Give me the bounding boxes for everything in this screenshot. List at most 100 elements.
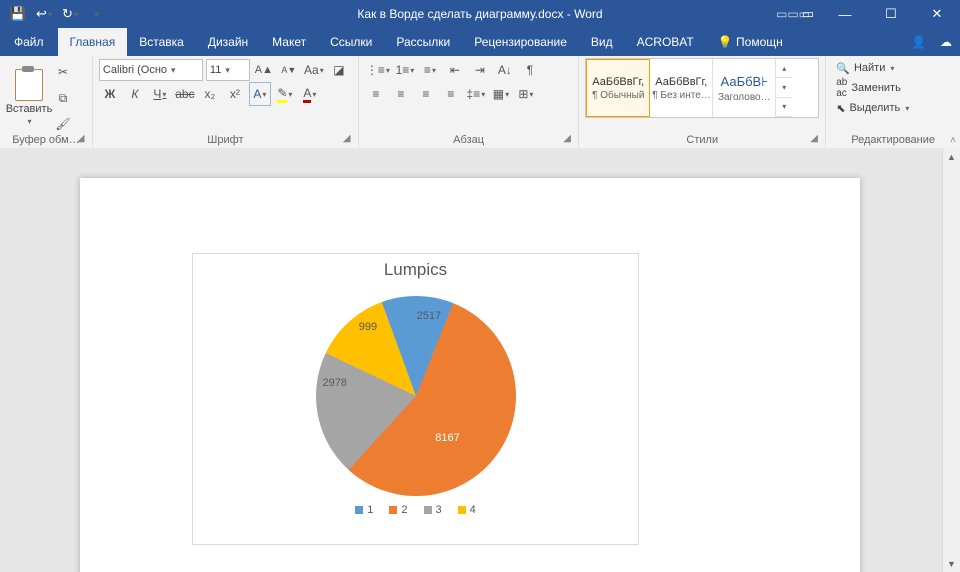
- lightbulb-icon: 💡: [718, 35, 733, 49]
- qat-customize-button[interactable]: ▾: [84, 2, 108, 26]
- legend-item[interactable]: 4: [458, 504, 476, 516]
- page[interactable]: Lumpics 2517 8167 2978 999 1 2 3 4: [80, 178, 860, 572]
- sort-button[interactable]: A↓: [494, 58, 516, 82]
- tab-review[interactable]: Рецензирование: [462, 28, 579, 56]
- font-launcher[interactable]: ◢: [343, 133, 355, 145]
- strikethrough-button[interactable]: abc: [174, 82, 196, 106]
- bullets-button[interactable]: ⋮≡▾: [365, 58, 391, 82]
- tab-references[interactable]: Ссылки: [318, 28, 384, 56]
- format-painter-button[interactable]: 🖌: [52, 112, 74, 136]
- close-button[interactable]: ✕: [914, 0, 960, 28]
- tab-mailings[interactable]: Рассылки: [384, 28, 462, 56]
- highlight-button[interactable]: ✎▾: [274, 82, 296, 106]
- legend-item[interactable]: 1: [355, 504, 373, 516]
- redo-button[interactable]: ↻▾: [58, 2, 82, 26]
- style-normal[interactable]: АаБбВвГг, ¶ Обычный: [586, 59, 650, 117]
- vertical-scrollbar[interactable]: ▲ ▼: [942, 148, 960, 572]
- numbering-button[interactable]: 1≡▾: [394, 58, 416, 82]
- decrease-indent-button[interactable]: ⇤: [444, 58, 466, 82]
- replace-icon: abac: [836, 77, 847, 99]
- styles-gallery[interactable]: АаБбВвГг, ¶ Обычный АаБбВвГг, ¶ Без инте…: [585, 58, 819, 118]
- line-spacing-button[interactable]: ‡≡▾: [465, 82, 487, 106]
- tab-acrobat[interactable]: ACROBAT: [625, 28, 706, 56]
- pie-data-label: 8167: [435, 432, 459, 444]
- cut-button[interactable]: ✂: [52, 60, 74, 84]
- pie-data-label: 2517: [417, 310, 441, 322]
- legend-item[interactable]: 2: [389, 504, 407, 516]
- text-effects-button[interactable]: A▾: [249, 82, 271, 106]
- replace-button[interactable]: abacЗаменить: [832, 78, 954, 98]
- pie-data-label: 999: [359, 321, 377, 333]
- ribbon-display-options-button[interactable]: ▭: [794, 0, 822, 28]
- quick-access-toolbar: 💾 ↩▾ ↻▾ ▾: [0, 2, 108, 26]
- align-left-button[interactable]: ≡: [365, 82, 387, 106]
- undo-button[interactable]: ↩▾: [32, 2, 56, 26]
- search-icon: 🔍: [836, 62, 850, 75]
- borders-button[interactable]: ⊞▾: [515, 82, 537, 106]
- ribbon: Вставить ▾ ✂ ⧉ 🖌 Буфер обм… ◢ Calibri (О…: [0, 56, 960, 149]
- group-font: Calibri (Осно▾ 11▾ A▲ A▼ Aa▾ ◪ Ж К Ч▾ ab…: [93, 56, 359, 148]
- minimize-button[interactable]: —: [822, 0, 868, 28]
- shading-button[interactable]: ▦▾: [490, 82, 512, 106]
- tab-view[interactable]: Вид: [579, 28, 625, 56]
- style-no-spacing[interactable]: АаБбВвГг, ¶ Без инте…: [650, 59, 713, 117]
- legend-item[interactable]: 3: [424, 504, 442, 516]
- font-size-combo[interactable]: 11▾: [206, 59, 250, 81]
- clipboard-launcher[interactable]: ◢: [77, 133, 89, 145]
- cursor-icon: ⬉: [836, 102, 845, 115]
- style-heading1[interactable]: АаБбВ⊦ Заголово…: [713, 59, 776, 117]
- tab-file[interactable]: Файл: [0, 28, 58, 56]
- select-button[interactable]: ⬉Выделить▾: [832, 98, 954, 118]
- pie-chart[interactable]: 2517 8167 2978 999: [316, 296, 516, 496]
- bold-button[interactable]: Ж: [99, 82, 121, 106]
- tab-design[interactable]: Дизайн: [196, 28, 260, 56]
- document-area: Lumpics 251781672978999 1234 Область диа…: [0, 148, 960, 572]
- paste-button[interactable]: Вставить ▾: [6, 58, 52, 136]
- superscript-button[interactable]: x²: [224, 82, 246, 106]
- title-bar: 💾 ↩▾ ↻▾ ▾ Как в Ворде сделать диаграмму.…: [0, 0, 960, 28]
- multilevel-button[interactable]: ≡▾: [419, 58, 441, 82]
- chart-legend[interactable]: 1 2 3 4: [193, 504, 638, 516]
- italic-button[interactable]: К: [124, 82, 146, 106]
- paste-icon: [15, 69, 43, 101]
- scroll-up-button[interactable]: ▲: [943, 148, 960, 165]
- tab-home[interactable]: Главная: [58, 28, 128, 56]
- pie-data-label: 2978: [322, 377, 346, 389]
- increase-indent-button[interactable]: ⇥: [469, 58, 491, 82]
- tab-insert[interactable]: Вставка: [127, 28, 196, 56]
- comments-button[interactable]: ☁: [940, 35, 952, 49]
- group-paragraph: ⋮≡▾ 1≡▾ ≡▾ ⇤ ⇥ A↓ ¶ ≡ ≡ ≡ ≡ ‡≡▾ ▦▾ ⊞▾ Аб…: [359, 56, 579, 148]
- shrink-font-button[interactable]: A▼: [278, 58, 300, 82]
- chart-area[interactable]: Lumpics 2517 8167 2978 999 1 2 3 4: [192, 253, 639, 545]
- chart-title[interactable]: Lumpics: [193, 260, 638, 280]
- underline-button[interactable]: Ч▾: [149, 82, 171, 106]
- group-label: Абзац: [359, 134, 578, 146]
- show-marks-button[interactable]: ¶: [519, 58, 541, 82]
- font-color-button[interactable]: A▾: [299, 82, 321, 106]
- tab-tell-me[interactable]: 💡 Помощн: [706, 28, 795, 56]
- group-styles: АаБбВвГг, ¶ Обычный АаБбВвГг, ¶ Без инте…: [579, 56, 826, 148]
- maximize-button[interactable]: ☐: [868, 0, 914, 28]
- group-clipboard: Вставить ▾ ✂ ⧉ 🖌 Буфер обм… ◢: [0, 56, 93, 148]
- tab-layout[interactable]: Макет: [260, 28, 318, 56]
- paragraph-launcher[interactable]: ◢: [563, 133, 575, 145]
- font-name-combo[interactable]: Calibri (Осно▾: [99, 59, 203, 81]
- clear-formatting-button[interactable]: ◪: [328, 58, 350, 82]
- find-button[interactable]: 🔍Найти▾: [832, 58, 954, 78]
- collapse-ribbon-button[interactable]: ˄: [950, 135, 956, 146]
- ribbon-tabs: Файл Главная Вставка Дизайн Макет Ссылки…: [0, 28, 960, 56]
- save-button[interactable]: 💾: [6, 2, 30, 26]
- grow-font-button[interactable]: A▲: [253, 58, 275, 82]
- window-controls: ▭ — ☐ ✕: [794, 0, 960, 28]
- styles-launcher[interactable]: ◢: [810, 133, 822, 145]
- share-button[interactable]: 👤: [911, 35, 926, 49]
- subscript-button[interactable]: x₂: [199, 82, 221, 106]
- styles-gallery-more[interactable]: ▴▾▾: [776, 59, 792, 117]
- change-case-button[interactable]: Aa▾: [303, 58, 325, 82]
- copy-button[interactable]: ⧉: [52, 86, 74, 110]
- align-right-button[interactable]: ≡: [415, 82, 437, 106]
- align-center-button[interactable]: ≡: [390, 82, 412, 106]
- justify-button[interactable]: ≡: [440, 82, 462, 106]
- group-editing: 🔍Найти▾ abacЗаменить ⬉Выделить▾ Редактир…: [826, 56, 960, 148]
- scroll-down-button[interactable]: ▼: [943, 555, 960, 572]
